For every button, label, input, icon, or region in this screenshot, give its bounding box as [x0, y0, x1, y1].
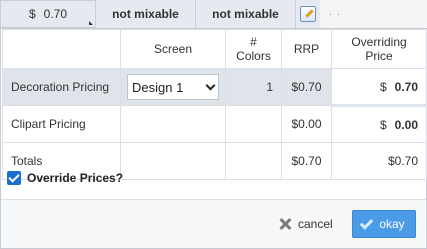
rrp-cell: $0.70	[281, 68, 332, 106]
edit-icon	[300, 6, 316, 22]
screen-cell	[120, 142, 226, 180]
screen-select-value: Design 1	[132, 79, 184, 95]
cancel-button[interactable]: cancel	[278, 210, 342, 238]
chevron-down-icon	[205, 80, 216, 90]
override-value: 0.00	[394, 117, 418, 132]
more-handle[interactable]: · ·	[320, 0, 350, 28]
okay-label: okay	[379, 217, 405, 231]
header-screen: Screen	[120, 29, 226, 69]
pricing-panel: Screen # Colors RRP Overriding Price Dec…	[0, 28, 427, 249]
override-currency: $	[380, 79, 387, 94]
edit-button[interactable]	[296, 0, 320, 28]
close-icon	[278, 217, 292, 231]
cancel-label: cancel	[298, 217, 333, 231]
mixable-cell-1[interactable]: not mixable	[96, 0, 196, 28]
header-blank	[2, 29, 121, 69]
price-value: 0.70	[43, 7, 68, 21]
override-prices-label: Override Prices?	[27, 171, 124, 185]
colors-cell	[225, 142, 282, 180]
override-price-field[interactable]: $ 0.70	[331, 68, 427, 107]
override-value: 0.70	[394, 79, 418, 94]
table-header-row: Screen # Colors RRP Overriding Price	[2, 29, 427, 69]
top-row: $ 0.70 not mixable not mixable · ·	[0, 0, 427, 28]
override-prices-checkbox[interactable]: Override Prices?	[7, 171, 123, 185]
corner-indicator-icon	[89, 21, 93, 25]
override-price-field[interactable]: $ 0.00	[331, 105, 427, 143]
screen-cell	[120, 105, 226, 143]
override-currency: $	[380, 117, 387, 132]
price-cell[interactable]: $ 0.70	[0, 0, 96, 28]
header-rrp: RRP	[281, 29, 332, 69]
mixable-cell-2[interactable]: not mixable	[196, 0, 296, 28]
rrp-cell: $0.70	[281, 142, 332, 180]
rrp-cell: $0.00	[281, 105, 332, 143]
check-icon	[360, 215, 374, 230]
okay-button[interactable]: okay	[352, 210, 416, 238]
table-row[interactable]: Decoration Pricing Design 1 1 $0.70 $ 0.…	[2, 68, 427, 107]
colors-cell	[225, 105, 282, 143]
screen-select[interactable]: Design 1	[127, 74, 219, 100]
row-label: Decoration Pricing	[2, 68, 121, 106]
row-label: Clipart Pricing	[2, 105, 121, 143]
header-colors: # Colors	[225, 29, 282, 69]
pricing-table: Screen # Colors RRP Overriding Price Dec…	[2, 29, 427, 180]
checkbox-checked-icon[interactable]	[7, 171, 21, 185]
screen-cell: Design 1	[120, 68, 226, 106]
header-override-price: Overriding Price	[331, 29, 427, 69]
price-currency: $	[28, 7, 36, 21]
override-total: $0.70	[331, 142, 427, 180]
table-row: Clipart Pricing $0.00 $ 0.00	[2, 105, 427, 143]
colors-cell: 1	[225, 68, 282, 106]
